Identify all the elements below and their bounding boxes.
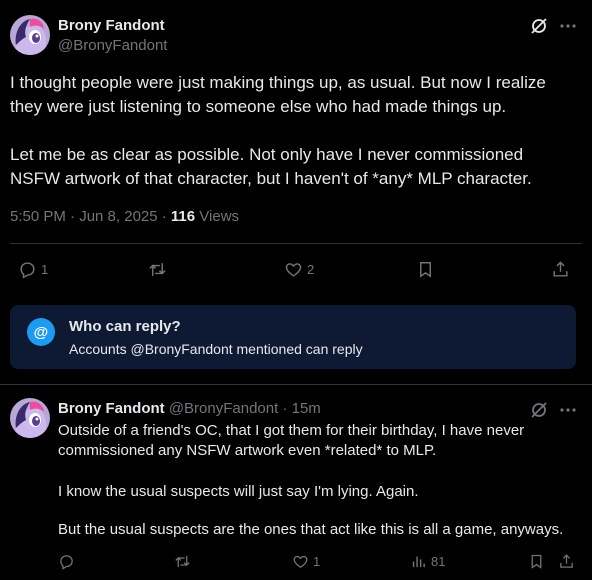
reply-like-button[interactable]: 1 bbox=[292, 553, 320, 570]
who-can-reply-subtitle: Accounts @BronyFandont mentioned can rep… bbox=[69, 341, 363, 357]
reply-text-paragraph-3: But the usual suspects are the ones that… bbox=[58, 521, 564, 538]
reply-bookmark-button[interactable] bbox=[528, 553, 545, 570]
divider bbox=[0, 384, 592, 385]
author-name[interactable]: Brony Fandont bbox=[58, 17, 165, 34]
bookmark-button[interactable] bbox=[416, 260, 435, 279]
grok-icon[interactable] bbox=[529, 16, 549, 36]
retweet-button[interactable] bbox=[148, 260, 167, 279]
reply-text-paragraph-2: I know the usual suspects will just say … bbox=[58, 483, 419, 500]
reply-views-button[interactable]: 81 bbox=[410, 553, 445, 570]
analytics-icon bbox=[412, 556, 425, 568]
reply-share-button[interactable] bbox=[558, 553, 575, 570]
views-label: Views bbox=[195, 208, 240, 225]
tweet-text-paragraph-2: Let me be as clear as possible. Not only… bbox=[10, 145, 532, 188]
at-icon: @ bbox=[27, 318, 55, 346]
tweet-text-paragraph-1: I thought people were just making things… bbox=[10, 73, 546, 116]
reply-header: Brony Fandont @BronyFandont · 15m bbox=[58, 400, 321, 417]
share-button[interactable] bbox=[551, 260, 570, 279]
bookmark-icon bbox=[420, 262, 431, 278]
reply-icon bbox=[20, 262, 35, 279]
reply-author-name[interactable]: Brony Fandont bbox=[58, 400, 165, 417]
like-button[interactable]: 2 bbox=[284, 260, 314, 279]
share-icon bbox=[560, 554, 573, 568]
retweet-icon bbox=[175, 555, 190, 568]
tweet-meta: 5:50 PM · Jun 8, 2025 · 116 Views bbox=[10, 208, 239, 225]
more-options-icon[interactable] bbox=[558, 400, 578, 420]
reply-author-avatar[interactable] bbox=[10, 398, 50, 438]
heart-icon bbox=[285, 263, 302, 277]
reply-retweet-button[interactable] bbox=[174, 553, 191, 570]
divider bbox=[10, 243, 582, 244]
like-count: 2 bbox=[307, 262, 315, 277]
retweet-icon bbox=[149, 263, 166, 276]
who-can-reply-box: @ Who can reply? Accounts @BronyFandont … bbox=[10, 305, 576, 369]
reply-reply-button[interactable] bbox=[58, 553, 75, 570]
who-can-reply-title: Who can reply? bbox=[69, 318, 181, 335]
grok-icon[interactable] bbox=[529, 400, 549, 420]
author-handle[interactable]: @BronyFandont bbox=[58, 37, 167, 54]
reply-count: 1 bbox=[41, 262, 49, 277]
share-icon bbox=[553, 261, 568, 277]
more-options-icon[interactable] bbox=[558, 16, 578, 36]
reply-handle-time[interactable]: @BronyFandont · 15m bbox=[169, 400, 321, 417]
reply-views-count: 81 bbox=[431, 554, 446, 569]
reply-like-count: 1 bbox=[313, 554, 321, 569]
reply-text-highlighted: Outside of a friend's OC, that I got the… bbox=[58, 422, 525, 459]
views-count: 116 bbox=[170, 208, 196, 225]
bookmark-icon bbox=[531, 554, 542, 569]
author-avatar[interactable] bbox=[10, 15, 50, 55]
tweet-timestamp[interactable]: 5:50 PM · Jun 8, 2025 · bbox=[10, 208, 171, 225]
reply-icon bbox=[60, 555, 73, 570]
heart-icon bbox=[293, 555, 308, 568]
reply-button[interactable]: 1 bbox=[18, 260, 48, 279]
